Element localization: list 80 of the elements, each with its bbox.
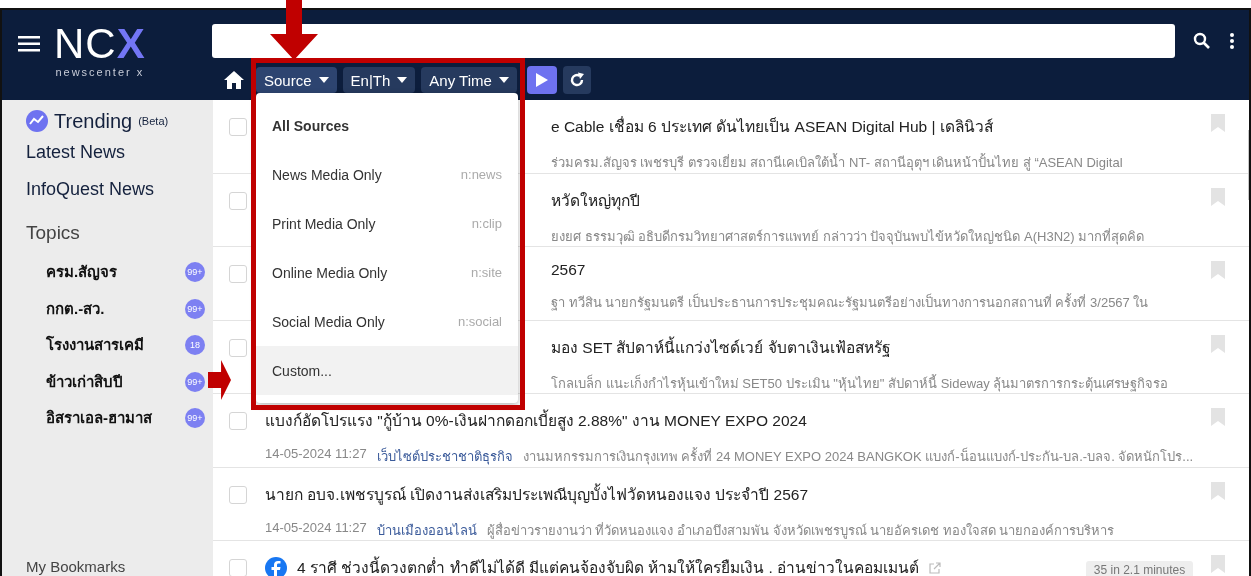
news-title[interactable]: แบงก์อัดโปรแรง "กู้บ้าน 0%-เงินฝากดอกเบี้ยสูง 2.88%" งาน MONEY EXPO 2024 — [265, 408, 807, 433]
topics-heading: Topics — [26, 221, 81, 245]
menu-item[interactable]: Print Media Only n:clip — [256, 199, 518, 248]
shortcut-hint: n:social — [457, 314, 502, 329]
bookmark-icon[interactable] — [1211, 334, 1226, 353]
news-snippet: ยงยศ ธรรมวุฒิ อธิบดีกรมวิทยาศาสตร์การแพทย์ กล่าวว่า ปัจจุบันพบไข้หวัดใหญ่ชนิด A(H3N2) มากที่สุดคิด — [551, 227, 1145, 247]
filter-dropdown[interactable]: Any Time — [421, 67, 517, 93]
menu-item[interactable]: All Sources — [256, 101, 518, 150]
logo-tagline: newscenter x — [55, 66, 145, 78]
trending-icon — [26, 110, 48, 132]
refresh-button[interactable] — [562, 66, 591, 94]
search-field[interactable] — [212, 24, 1175, 58]
bookmark-icon[interactable] — [1211, 555, 1226, 573]
count-badge: 99+ — [185, 298, 205, 319]
search-icon[interactable] — [1193, 32, 1211, 50]
shortcut-hint: n:clip — [471, 216, 502, 231]
news-snippet: ฐา ทวีสิน นายกรัฐมนตรี เป็นประธานการประชุมคณะรัฐมนตรีอย่างเป็นทางการนอกสถานที่ ครั้งที่ 3/2567 ใน — [551, 292, 1149, 313]
caret-icon — [397, 77, 408, 83]
checkbox[interactable] — [229, 485, 247, 504]
more-options-icon[interactable] — [1229, 32, 1235, 50]
facebook-icon — [265, 556, 287, 576]
news-date: 14-05-2024 11:27 — [265, 446, 367, 463]
filter-dropdown[interactable]: Source — [256, 67, 337, 93]
topic-link[interactable]: อิสราเอล-ฮามาส — [46, 406, 152, 431]
checkbox[interactable] — [229, 338, 247, 357]
topic-link[interactable]: ครม.สัญจร — [46, 260, 118, 285]
source-link[interactable]: เว็บไซต์ประชาชาติธุรกิจ — [376, 446, 513, 467]
refresh-icon — [568, 72, 585, 88]
checkbox[interactable] — [229, 412, 247, 430]
count-badge: 18 — [185, 335, 205, 356]
trending-link[interactable]: Trending — [54, 109, 133, 133]
arrow-annotation — [208, 360, 231, 400]
share-count-badge: 35 in 2.1 minutes — [1085, 561, 1194, 576]
menu-item[interactable]: Custom... — [256, 346, 518, 395]
menu-item[interactable]: Social Media Only n:social — [256, 297, 518, 346]
topic-link[interactable]: โรงงานสารเคมี — [46, 333, 144, 358]
external-link-icon[interactable] — [929, 561, 942, 574]
bookmark-icon[interactable] — [1211, 114, 1226, 132]
menu-item[interactable]: News Media Only n:news — [256, 150, 518, 199]
menu-item[interactable]: Online Media Only n:site — [256, 248, 518, 297]
caret-icon — [318, 77, 329, 83]
news-title[interactable]: มอง SET สัปดาห์นี้แกว่งไซด์เวย์ จับตาเงินเฟ้อสหรัฐ — [551, 334, 891, 360]
topic-link[interactable]: ข้าวเก่าสิบปี — [46, 369, 123, 394]
logo-wordmark[interactable]: NCX — [54, 24, 146, 64]
news-snippet: ร่วมครม.สัญจร เพชรบุรี ตรวจเยี่ยม สถานีเคเบิลใต้น้ำ NT- สถานีอุตุฯ เดินหน้าปั้นไทย สู่ “ASEAN Digital — [551, 152, 1123, 173]
count-badge: 99+ — [185, 408, 205, 429]
menu-icon[interactable] — [18, 36, 40, 52]
play-icon — [535, 73, 548, 87]
source-link[interactable]: บ้านเมืองออนไลน์ — [376, 519, 477, 541]
play-button[interactable] — [526, 66, 557, 94]
checkbox[interactable] — [229, 265, 247, 283]
news-title[interactable]: หวัดใหญ่ทุกปี — [551, 187, 640, 213]
shortcut-hint: n:site — [470, 265, 502, 280]
filter-dropdown[interactable]: En|Th — [342, 67, 416, 93]
nav-link[interactable]: InfoQuest News — [26, 171, 213, 208]
count-badge: 99+ — [185, 262, 205, 283]
bookmarks-link[interactable]: My Bookmarks — [26, 558, 213, 575]
news-date: 14-05-2024 11:27 — [265, 519, 367, 537]
checkbox[interactable] — [229, 118, 247, 136]
checkbox[interactable] — [229, 191, 247, 210]
bookmark-icon[interactable] — [1211, 481, 1226, 500]
beta-note: (Beta) — [138, 115, 169, 127]
news-snippet: ผู้สื่อข่าวรายงานว่า ที่วัดหนองแจง อำเภอบึงสามพัน จังหวัดเพชรบูรณ์ นายอัครเดช ทองใจสด นายกองค์การบริหาร — [486, 521, 1115, 541]
news-title[interactable]: e Cable เชื่อม 6 ประเทศ ดันไทยเป็น ASEAN Digital Hub | เดลินิวส์ — [551, 114, 993, 139]
news-title[interactable]: 2567 — [551, 261, 586, 279]
news-title[interactable]: นายก อบจ.เพชรบูรณ์ เปิดงานส่งเสริมประเพณีบุญบั้งไฟวัดหนองแจง ประจำปี 2567 — [265, 481, 808, 507]
nav-link[interactable]: Latest News — [26, 134, 213, 171]
news-snippet: โกลเบล็ก แนะเก็งกำไรหุ้นเข้าใหม่ SET50 ประเมิน "หุ้นไทย" สัปดาห์นี้ Sideway ลุ้นมาตรการกระตุ้นเศรษฐกิจรอ — [551, 373, 1169, 394]
home-icon[interactable] — [224, 71, 244, 89]
bookmark-icon[interactable] — [1211, 408, 1226, 426]
arrow-annotation — [270, 0, 318, 60]
count-badge: 99+ — [185, 371, 205, 392]
bookmark-icon[interactable] — [1211, 261, 1226, 279]
bookmark-icon[interactable] — [1211, 187, 1226, 206]
caret-icon — [498, 77, 509, 83]
checkbox[interactable] — [229, 559, 247, 576]
news-snippet: งานมหกรรมการเงินกรุงเทพ ครั้งที่ 24 MONEY EXPO 2024 BANGKOK แบงก์-น็อนแบงก์-ประกัน-บล.-บลจ. จัดหนักโปร... — [522, 446, 1194, 467]
news-title[interactable]: 4 ราศี ช่วงนี้ดวงตกต่ำ ทำดีไม่ได้ดี มีแต่คนจ้องจับผิด ห้ามให้ใครยืมเงิน . อ่านข่าวในคอมเมนต์ — [297, 555, 920, 576]
shortcut-hint: n:news — [460, 167, 502, 182]
topic-link[interactable]: กกต.-สว. — [46, 296, 105, 321]
